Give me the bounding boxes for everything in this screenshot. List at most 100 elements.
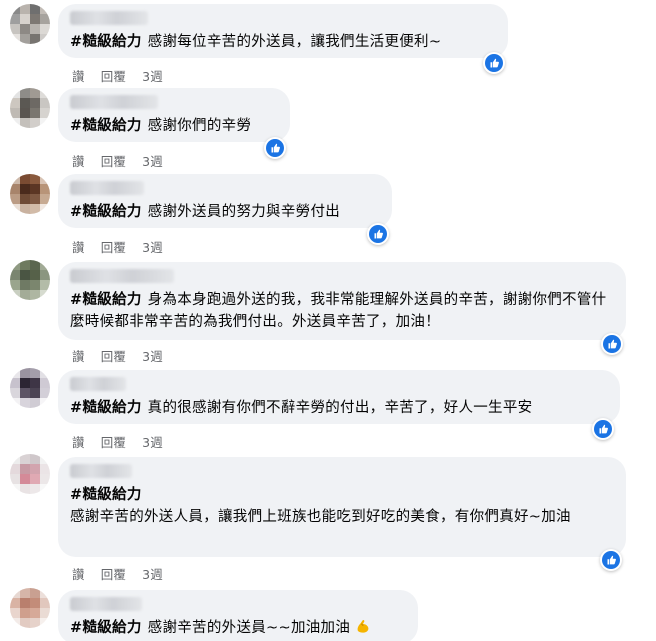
author-name-blurred[interactable] xyxy=(70,181,144,195)
hashtag-link[interactable]: #糙級給力 xyxy=(70,34,142,50)
reply-action[interactable]: 回覆 xyxy=(101,240,126,255)
avatar[interactable] xyxy=(10,174,50,214)
like-action[interactable]: 讚 xyxy=(72,567,85,582)
comment-bubble: #糙級給力 感謝辛苦的外送員~~加油加油 xyxy=(58,590,418,641)
avatar-pixel xyxy=(30,618,40,628)
comment-text: #糙級給力 感謝你們的辛勞 xyxy=(70,115,278,137)
avatar-pixel xyxy=(40,98,50,108)
timestamp[interactable]: 3週 xyxy=(142,349,163,364)
avatar-pixel xyxy=(20,14,30,24)
like-reaction-badge[interactable] xyxy=(592,418,614,440)
avatar[interactable] xyxy=(10,260,50,300)
like-action[interactable]: 讚 xyxy=(72,154,85,169)
avatar-pixel xyxy=(20,280,30,290)
avatar-pixel xyxy=(40,464,50,474)
avatar-pixel xyxy=(40,474,50,484)
comment-bubble: #糙級給力 感謝你們的辛勞 xyxy=(58,88,290,142)
avatar-pixel xyxy=(30,108,40,118)
avatar-pixel xyxy=(20,474,30,484)
author-name-blurred[interactable] xyxy=(70,11,148,25)
avatar-pixel xyxy=(30,24,40,34)
like-action[interactable]: 讚 xyxy=(72,69,85,84)
avatar[interactable] xyxy=(10,368,50,408)
avatar[interactable] xyxy=(10,88,50,128)
avatar-pixel xyxy=(30,174,40,184)
comment-body: 感謝辛苦的外送員~~加油加油 xyxy=(147,620,351,636)
author-name-blurred[interactable] xyxy=(70,377,126,391)
avatar-pixel xyxy=(20,98,30,108)
timestamp[interactable]: 3週 xyxy=(142,435,163,450)
reply-action[interactable]: 回覆 xyxy=(101,567,126,582)
avatar[interactable] xyxy=(10,588,50,628)
avatar-pixel xyxy=(10,280,20,290)
hashtag-link[interactable]: #糙級給力 xyxy=(70,400,142,416)
like-reaction-badge[interactable] xyxy=(600,549,622,571)
comment-body: 身為本身跑過外送的我，我非常能理解外送員的辛苦，謝謝你們不管什麼時候都非常辛苦的… xyxy=(70,292,607,330)
thumbs-up-icon xyxy=(608,339,617,349)
reply-action[interactable]: 回覆 xyxy=(101,435,126,450)
timestamp[interactable]: 3週 xyxy=(142,567,163,582)
author-name-blurred[interactable] xyxy=(70,597,142,611)
like-action[interactable]: 讚 xyxy=(72,435,85,450)
avatar-pixel xyxy=(40,204,50,214)
reply-action[interactable]: 回覆 xyxy=(101,154,126,169)
avatar-pixel xyxy=(20,608,30,618)
timestamp[interactable]: 3週 xyxy=(142,240,163,255)
avatar-pixel xyxy=(20,588,30,598)
avatar-pixel xyxy=(30,454,40,464)
avatar-pixel xyxy=(30,378,40,388)
like-action[interactable]: 讚 xyxy=(72,349,85,364)
avatar-pixel xyxy=(10,174,20,184)
avatar-pixel xyxy=(30,184,40,194)
avatar-pixel xyxy=(30,398,40,408)
hashtag-link[interactable]: #糙級給力 xyxy=(70,620,142,636)
like-reaction-badge[interactable] xyxy=(367,223,389,245)
hashtag-link[interactable]: #糙級給力 xyxy=(70,204,142,220)
thumbs-up-icon xyxy=(599,424,608,434)
comment-actions: 讚 回覆 3週 xyxy=(72,237,179,256)
avatar-pixel xyxy=(10,290,20,300)
avatar-pixel xyxy=(20,174,30,184)
avatar-pixel xyxy=(20,368,30,378)
timestamp[interactable]: 3週 xyxy=(142,154,163,169)
author-name-blurred[interactable] xyxy=(70,464,132,478)
thumbs-up-icon xyxy=(490,58,499,68)
like-action[interactable]: 讚 xyxy=(72,240,85,255)
avatar-pixel xyxy=(10,34,20,44)
avatar[interactable] xyxy=(10,454,50,494)
hashtag-link[interactable]: #糙級給力 xyxy=(70,484,608,506)
avatar-pixel xyxy=(30,34,40,44)
avatar-pixel xyxy=(10,14,20,24)
like-reaction-badge[interactable] xyxy=(264,137,286,159)
comment-text: #糙級給力 感謝每位辛苦的外送員，讓我們生活更便利~ xyxy=(70,31,496,53)
avatar-pixel xyxy=(30,204,40,214)
author-name-blurred[interactable] xyxy=(70,269,174,283)
avatar-pixel xyxy=(30,588,40,598)
timestamp[interactable]: 3週 xyxy=(142,69,163,84)
reply-action[interactable]: 回覆 xyxy=(101,69,126,84)
avatar[interactable] xyxy=(10,4,50,44)
avatar-pixel xyxy=(40,108,50,118)
like-reaction-badge[interactable] xyxy=(483,52,505,74)
avatar-pixel xyxy=(20,388,30,398)
avatar-pixel xyxy=(30,270,40,280)
avatar-pixel xyxy=(10,378,20,388)
avatar-pixel xyxy=(10,108,20,118)
avatar-pixel xyxy=(20,270,30,280)
hashtag-link[interactable]: #糙級給力 xyxy=(70,292,142,308)
avatar-pixel xyxy=(40,260,50,270)
reply-action[interactable]: 回覆 xyxy=(101,349,126,364)
avatar-pixel xyxy=(20,184,30,194)
hashtag-link[interactable]: #糙級給力 xyxy=(70,118,142,134)
avatar-pixel xyxy=(10,598,20,608)
avatar-pixel xyxy=(10,260,20,270)
avatar-pixel xyxy=(20,398,30,408)
avatar-pixel xyxy=(10,270,20,280)
avatar-pixel xyxy=(40,388,50,398)
author-name-blurred[interactable] xyxy=(70,95,158,109)
comment-bubble: #糙級給力 感謝辛苦的外送人員，讓我們上班族也能吃到好吃的美食，有你們真好~加油 xyxy=(58,457,626,557)
avatar-pixel xyxy=(20,118,30,128)
avatar-pixel xyxy=(40,598,50,608)
comment-bubble: #糙級給力 身為本身跑過外送的我，我非常能理解外送員的辛苦，謝謝你們不管什麼時候都… xyxy=(58,262,626,340)
like-reaction-badge[interactable] xyxy=(601,333,623,355)
